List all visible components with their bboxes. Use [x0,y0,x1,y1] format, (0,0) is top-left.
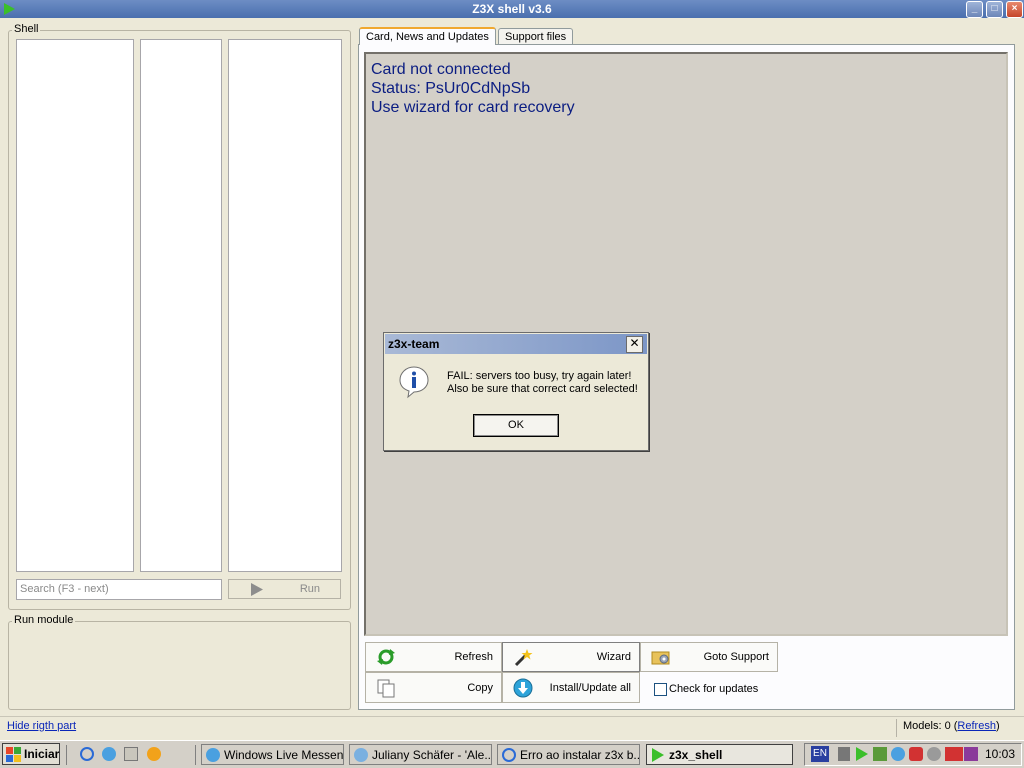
taskbar-item-label: z3x_shell [669,748,723,762]
search-input[interactable]: Search (F3 - next) [16,579,222,600]
run-module-group [8,621,351,710]
models-suffix: ) [995,720,1000,732]
messenger-app-icon [206,748,220,762]
shell-list-3[interactable] [228,39,342,572]
shell-list-2[interactable] [140,39,222,572]
hide-right-part-link[interactable]: Hide rigth part [7,720,76,732]
dialog-message-line2: Also be sure that correct card selected! [447,383,638,395]
chat-app-icon [354,748,368,762]
refresh-button[interactable]: Refresh [365,642,502,672]
messenger-icon[interactable] [102,747,116,761]
messenger-tray-icon[interactable] [891,747,905,761]
browser-app-icon [502,748,516,762]
windows-logo-icon [6,747,21,762]
shell-group-label: Shell [12,23,41,35]
taskbar-item-z3x-shell[interactable]: z3x_shell [646,744,793,765]
taskbar-item-messenger[interactable]: Windows Live Messen... [201,744,344,765]
install-update-button[interactable]: Install/Update all [502,672,640,703]
goto-support-button[interactable]: Goto Support [640,642,778,672]
dialog-ok-button[interactable]: OK [473,414,559,437]
usb-tray-icon[interactable] [838,747,850,761]
card-status-line1: Card not connected [371,61,511,78]
check-updates-checkbox[interactable] [654,683,667,696]
ie-icon[interactable] [80,747,94,761]
info-icon [399,366,429,399]
z3x-app-icon [652,748,664,762]
maximize-button[interactable]: □ [986,1,1003,18]
app-tray-icon[interactable] [964,747,978,761]
minimize-button[interactable]: _ [966,1,983,18]
shell-list-1[interactable] [16,39,134,572]
goto-support-label: Goto Support [703,651,769,663]
security-shield-icon[interactable] [909,747,923,761]
refresh-label: Refresh [454,651,493,663]
copy-label: Copy [467,681,493,694]
taskbar-separator [66,745,67,765]
start-label: Iniciar [24,747,60,761]
status-bar: Hide rigth part Models: 0 (Refresh) [0,716,1024,738]
dialog-title-bar[interactable]: z3x-team ✕ [385,334,647,354]
message-dialog: z3x-team ✕ FAIL: servers too busy, try a… [383,332,649,451]
window-title: Z3X shell v3.6 [472,2,552,16]
taskbar: Iniciar Windows Live Messen... Juliany S… [0,740,1024,768]
refresh-icon [377,649,395,665]
card-status-line3: Use wizard for card recovery [371,99,575,116]
models-count: Models: 0 (Refresh) [903,720,1000,732]
taskbar-item-chat[interactable]: Juliany Schäfer - 'Ale... [349,744,492,765]
models-prefix: Models: 0 ( [903,720,958,732]
explorer-icon[interactable] [124,747,138,761]
speaker-tray-icon[interactable] [927,747,941,761]
close-button[interactable]: × [1006,1,1023,18]
search-placeholder: Search (F3 - next) [20,583,109,595]
play-icon [251,583,263,596]
start-button[interactable]: Iniciar [2,743,60,765]
network-tray-icon[interactable] [873,747,887,761]
check-updates-label: Check for updates [669,683,759,695]
taskbar-separator-2 [195,745,196,765]
download-icon [513,678,533,697]
run-label: Run [299,583,320,595]
clock[interactable]: 10:03 [985,747,1015,761]
support-folder-icon [651,651,670,665]
install-update-label: Install/Update all [549,681,631,694]
taskbar-item-label: Erro ao instalar z3x b... [520,748,640,762]
title-bar[interactable]: Z3X shell v3.6 _ □ × [0,0,1024,18]
run-module-label: Run module [12,614,76,626]
language-indicator[interactable]: EN [811,746,829,762]
status-separator [896,719,897,737]
z3x-tray-icon[interactable] [855,747,869,761]
dialog-message-line1: FAIL: servers too busy, try again later! [447,370,632,382]
wizard-label: Wizard [596,651,631,663]
taskbar-item-browser[interactable]: Erro ao instalar z3x b... [497,744,640,765]
tab-support-files[interactable]: Support files [498,28,574,44]
magic-wand-icon [514,649,533,667]
ati-tray-icon[interactable] [945,747,963,761]
models-refresh-link[interactable]: Refresh [957,720,996,732]
taskbar-item-label: Windows Live Messen... [224,748,344,762]
tab-card-news[interactable]: Card, News and Updates [359,27,496,45]
taskbar-item-label: Juliany Schäfer - 'Ale... [372,748,492,762]
run-button[interactable]: Run [228,579,341,599]
wizard-button[interactable]: Wizard [502,642,640,672]
dialog-close-button[interactable]: ✕ [626,336,643,353]
dialog-title: z3x-team [388,337,440,351]
media-player-icon[interactable] [147,747,161,761]
card-status-line2: Status: PsUr0CdNpSb [371,80,531,97]
copy-button[interactable]: Copy [365,672,502,703]
copy-icon [377,679,395,697]
